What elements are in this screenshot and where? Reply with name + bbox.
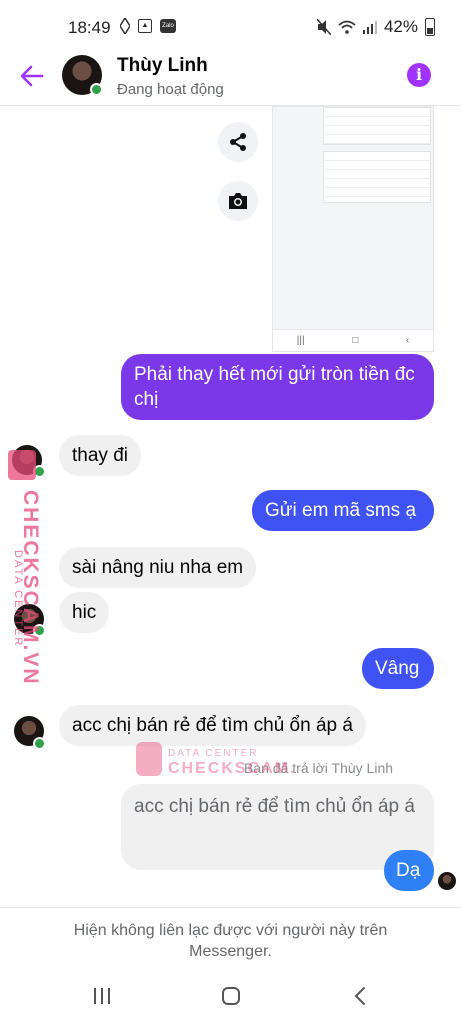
share-icon: [230, 133, 246, 151]
notification-icons: ▲ Zalo: [120, 18, 176, 34]
battery-icon: [425, 18, 435, 36]
recents-icon: |||: [296, 335, 305, 346]
camera-icon: [229, 193, 247, 209]
online-indicator: [90, 83, 103, 96]
unavailable-notice: Hiện không liên lạc được với người này t…: [0, 907, 461, 962]
home-icon: □: [352, 335, 359, 346]
info-icon[interactable]: i: [407, 63, 431, 87]
signal-icon: [362, 21, 377, 34]
lock-icon: [136, 742, 162, 776]
screenshot-navbar: ||| □ ‹: [273, 329, 433, 351]
online-indicator: [33, 737, 46, 750]
message-incoming[interactable]: thay đi: [59, 435, 141, 476]
status-bar: 18:49 ▲ Zalo 42%: [0, 0, 461, 56]
zalo-icon: Zalo: [160, 19, 176, 33]
status-time: 18:49: [68, 18, 111, 37]
share-button[interactable]: [218, 122, 258, 162]
message-incoming[interactable]: sài nâng niu nha em: [59, 547, 257, 588]
presence-status: Đang hoạt động: [117, 81, 224, 98]
watermark-horizontal: DATA CENTER CHECKSCAM.: [136, 740, 294, 780]
battery-percent: 42%: [383, 17, 418, 36]
chat-header: Thùy Linh Đang hoạt động i: [0, 50, 461, 106]
lock-icon: [8, 450, 36, 480]
contact-name[interactable]: Thùy Linh: [117, 55, 208, 77]
message-outgoing[interactable]: Vâng: [362, 648, 434, 689]
location-icon: [120, 18, 130, 34]
back-icon[interactable]: [340, 984, 380, 1008]
read-receipt-avatar: [438, 872, 456, 890]
watermark-brand: CHECKSCAM.VN: [19, 490, 42, 686]
recents-icon[interactable]: [82, 984, 122, 1008]
back-icon: ‹: [405, 335, 410, 346]
wifi-icon: [338, 20, 356, 34]
message-outgoing[interactable]: Dạ: [384, 850, 434, 891]
system-icons: 42%: [316, 17, 435, 37]
watermark-brand: CHECKSCAM.: [168, 760, 297, 777]
watermark-topline: DATA CENTER: [168, 748, 259, 759]
system-nav-bar: [0, 968, 461, 1024]
gallery-icon: ▲: [138, 19, 152, 33]
mute-icon: [316, 19, 331, 35]
back-arrow-icon[interactable]: [18, 62, 46, 90]
screenshot-table: [323, 107, 431, 145]
home-icon[interactable]: [211, 984, 251, 1008]
message-incoming[interactable]: hic: [59, 592, 110, 633]
watermark-vertical: DATA CENTER CHECKSCAM.VN: [4, 450, 46, 686]
camera-button[interactable]: [218, 181, 258, 221]
message-outgoing[interactable]: Gửi em mã sms ạ: [252, 490, 434, 531]
shared-screenshot-image[interactable]: ||| □ ‹: [272, 106, 434, 352]
message-outgoing[interactable]: Phải thay hết mới gửi tròn tiền đc chị: [121, 354, 434, 420]
screenshot-table: [323, 151, 431, 203]
